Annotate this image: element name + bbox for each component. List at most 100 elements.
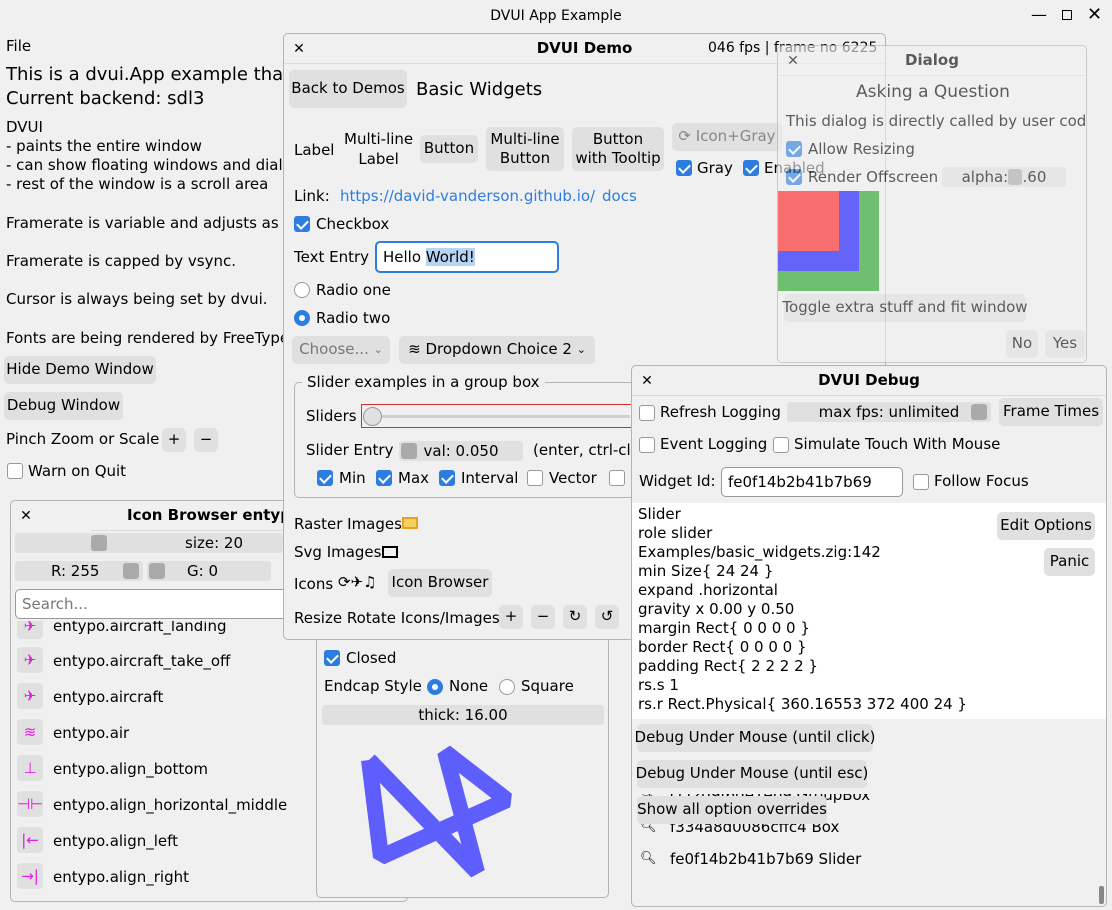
vector-checkbox[interactable] bbox=[527, 470, 543, 486]
radio-two[interactable] bbox=[294, 310, 310, 326]
close-window-icon[interactable]: ✕ bbox=[1087, 4, 1102, 25]
alpha-slider[interactable]: alpha: 0.60 bbox=[942, 167, 1066, 187]
max-checkbox[interactable] bbox=[376, 470, 392, 486]
icon-list-item[interactable]: entypo.align_left bbox=[53, 832, 178, 850]
path-drawing[interactable] bbox=[357, 732, 537, 882]
follow-focus-checkbox[interactable] bbox=[913, 474, 929, 490]
app-title: DVUI App Example bbox=[490, 8, 622, 24]
close-icon[interactable]: ✕ bbox=[290, 40, 308, 58]
zoom-plus-button[interactable]: + bbox=[162, 428, 186, 452]
shrink-button[interactable]: − bbox=[531, 605, 555, 629]
icon-gray-button[interactable]: ⟳ Icon+Gray bbox=[672, 123, 782, 151]
icon-list-item[interactable]: entypo.align_horizontal_middle bbox=[53, 796, 287, 814]
pinch-zoom-label: Pinch Zoom or Scale bbox=[6, 430, 160, 448]
max-fps-slider[interactable]: max fps: unlimited bbox=[787, 402, 991, 422]
endcap-square-label: Square bbox=[521, 677, 574, 695]
chevron-down-icon: ⌄ bbox=[373, 342, 383, 356]
yes-button[interactable]: Yes bbox=[1045, 330, 1085, 358]
search-input[interactable]: Search... bbox=[15, 589, 305, 619]
slider-entry[interactable]: val: 0.050 bbox=[399, 441, 523, 461]
toggle-extra-button[interactable]: Toggle extra stuff and fit window bbox=[782, 294, 1028, 322]
icon-list-item[interactable]: entypo.aircraft_take_off bbox=[53, 652, 230, 670]
close-icon[interactable]: ✕ bbox=[784, 52, 802, 70]
close-icon[interactable]: ✕ bbox=[17, 507, 35, 525]
checkbox-label: Checkbox bbox=[316, 215, 390, 233]
debug-window-button[interactable]: Debug Window bbox=[4, 392, 123, 420]
scrollbar[interactable] bbox=[1099, 886, 1104, 904]
interval-checkbox[interactable] bbox=[439, 470, 455, 486]
refresh-logging-checkbox[interactable] bbox=[639, 405, 655, 421]
choose-dropdown[interactable]: Choose... ⌄ bbox=[292, 336, 390, 364]
dropdown-choice[interactable]: ≋ Dropdown Choice 2 ⌄ bbox=[399, 336, 595, 364]
red-slider[interactable]: R: 255 bbox=[15, 561, 143, 581]
closed-checkbox[interactable] bbox=[324, 650, 340, 666]
warn-on-quit-checkbox[interactable] bbox=[7, 463, 23, 479]
show-overrides-button[interactable]: Show all option overrides bbox=[637, 796, 827, 824]
slider-knob[interactable] bbox=[401, 443, 417, 459]
slider-knob[interactable] bbox=[123, 563, 139, 579]
slider-knob[interactable] bbox=[971, 404, 987, 420]
render-offscreen-checkbox[interactable] bbox=[786, 169, 802, 185]
maximize-icon[interactable] bbox=[1062, 10, 1072, 20]
debug-title[interactable]: DVUI Debug bbox=[632, 366, 1106, 396]
thick-value: thick: 16.00 bbox=[418, 706, 508, 724]
size-slider[interactable]: size: 20 bbox=[15, 533, 283, 553]
widget-id-input[interactable]: fe0f14b2b41b7b69 bbox=[721, 467, 903, 497]
allow-resizing-checkbox[interactable] bbox=[786, 141, 802, 157]
slider-knob[interactable] bbox=[91, 535, 107, 551]
icon-list-item[interactable]: entypo.aircraft_landing bbox=[53, 621, 226, 635]
tree-item[interactable]: fe0f14b2b41b7b69 Slider bbox=[670, 850, 861, 868]
simulate-touch-checkbox[interactable] bbox=[773, 437, 789, 453]
github-link[interactable]: https://david-vanderson.github.io/ bbox=[340, 187, 595, 205]
search-icon[interactable]: 🔍︎ bbox=[640, 851, 657, 866]
hide-demo-button[interactable]: Hide Demo Window bbox=[4, 356, 156, 384]
rotate-ccw-icon[interactable]: ↺ bbox=[595, 605, 619, 629]
render-offscreen-label: Render Offscreen bbox=[808, 168, 939, 186]
enabled-checkbox[interactable] bbox=[743, 160, 759, 176]
svg-images-label: Svg Images bbox=[294, 543, 382, 561]
docs-link[interactable]: docs bbox=[602, 187, 637, 205]
button[interactable]: Button bbox=[420, 135, 478, 163]
endcap-none-radio[interactable] bbox=[427, 679, 443, 695]
multiline-button[interactable]: Multi-line Button bbox=[486, 127, 564, 171]
minimize-icon[interactable]: — bbox=[1031, 5, 1047, 24]
panic-button[interactable]: Panic bbox=[1044, 548, 1095, 576]
extra-checkbox[interactable] bbox=[609, 470, 625, 486]
no-button[interactable]: No bbox=[1006, 330, 1038, 358]
icon-list-item[interactable]: entypo.align_right bbox=[53, 868, 189, 886]
simulate-touch-label: Simulate Touch With Mouse bbox=[794, 435, 1001, 453]
edit-options-button[interactable]: Edit Options bbox=[997, 512, 1095, 540]
red-value: R: 255 bbox=[51, 562, 100, 580]
thick-slider[interactable]: thick: 16.00 bbox=[322, 705, 604, 725]
frame-times-button[interactable]: Frame Times bbox=[999, 398, 1103, 426]
icon-list-item[interactable]: entypo.aircraft bbox=[53, 688, 163, 706]
tooltip-button[interactable]: Button with Tooltip bbox=[572, 127, 664, 171]
info-line: min Size{ 24 24 } bbox=[638, 562, 774, 580]
green-slider[interactable]: G: 0 bbox=[147, 561, 271, 581]
info-line: Fonts are being rendered by FreeType 2 bbox=[6, 329, 304, 347]
back-to-demos-button[interactable]: Back to Demos bbox=[289, 70, 407, 108]
rotate-cw-icon[interactable]: ↻ bbox=[563, 605, 587, 629]
icon-list-item[interactable]: entypo.align_bottom bbox=[53, 760, 208, 778]
debug-under-mouse-esc-button[interactable]: Debug Under Mouse (until esc) bbox=[636, 760, 868, 788]
min-checkbox[interactable] bbox=[317, 470, 333, 486]
icon-browser-button[interactable]: Icon Browser bbox=[388, 569, 492, 597]
enlarge-button[interactable]: + bbox=[499, 605, 523, 629]
close-icon[interactable]: ✕ bbox=[638, 372, 656, 390]
event-logging-checkbox[interactable] bbox=[639, 437, 655, 453]
debug-under-mouse-click-button[interactable]: Debug Under Mouse (until click) bbox=[635, 724, 875, 752]
slider-knob[interactable] bbox=[149, 563, 165, 579]
text-entry-input[interactable]: Hello World! bbox=[375, 241, 559, 273]
info-line: Framerate is variable and adjusts as ne bbox=[6, 214, 303, 232]
horizontal-slider[interactable] bbox=[361, 404, 641, 428]
radio-one[interactable] bbox=[294, 282, 310, 298]
menu-file[interactable]: File bbox=[6, 37, 31, 55]
gray-checkbox[interactable] bbox=[676, 160, 692, 176]
zoom-minus-button[interactable]: − bbox=[194, 428, 218, 452]
checkbox[interactable] bbox=[294, 216, 310, 232]
slider-knob[interactable] bbox=[363, 407, 382, 426]
dialog-title[interactable]: Dialog bbox=[778, 46, 1086, 76]
icon-list-item[interactable]: entypo.air bbox=[53, 724, 129, 742]
endcap-square-radio[interactable] bbox=[499, 679, 515, 695]
slider-knob[interactable] bbox=[1008, 169, 1022, 185]
